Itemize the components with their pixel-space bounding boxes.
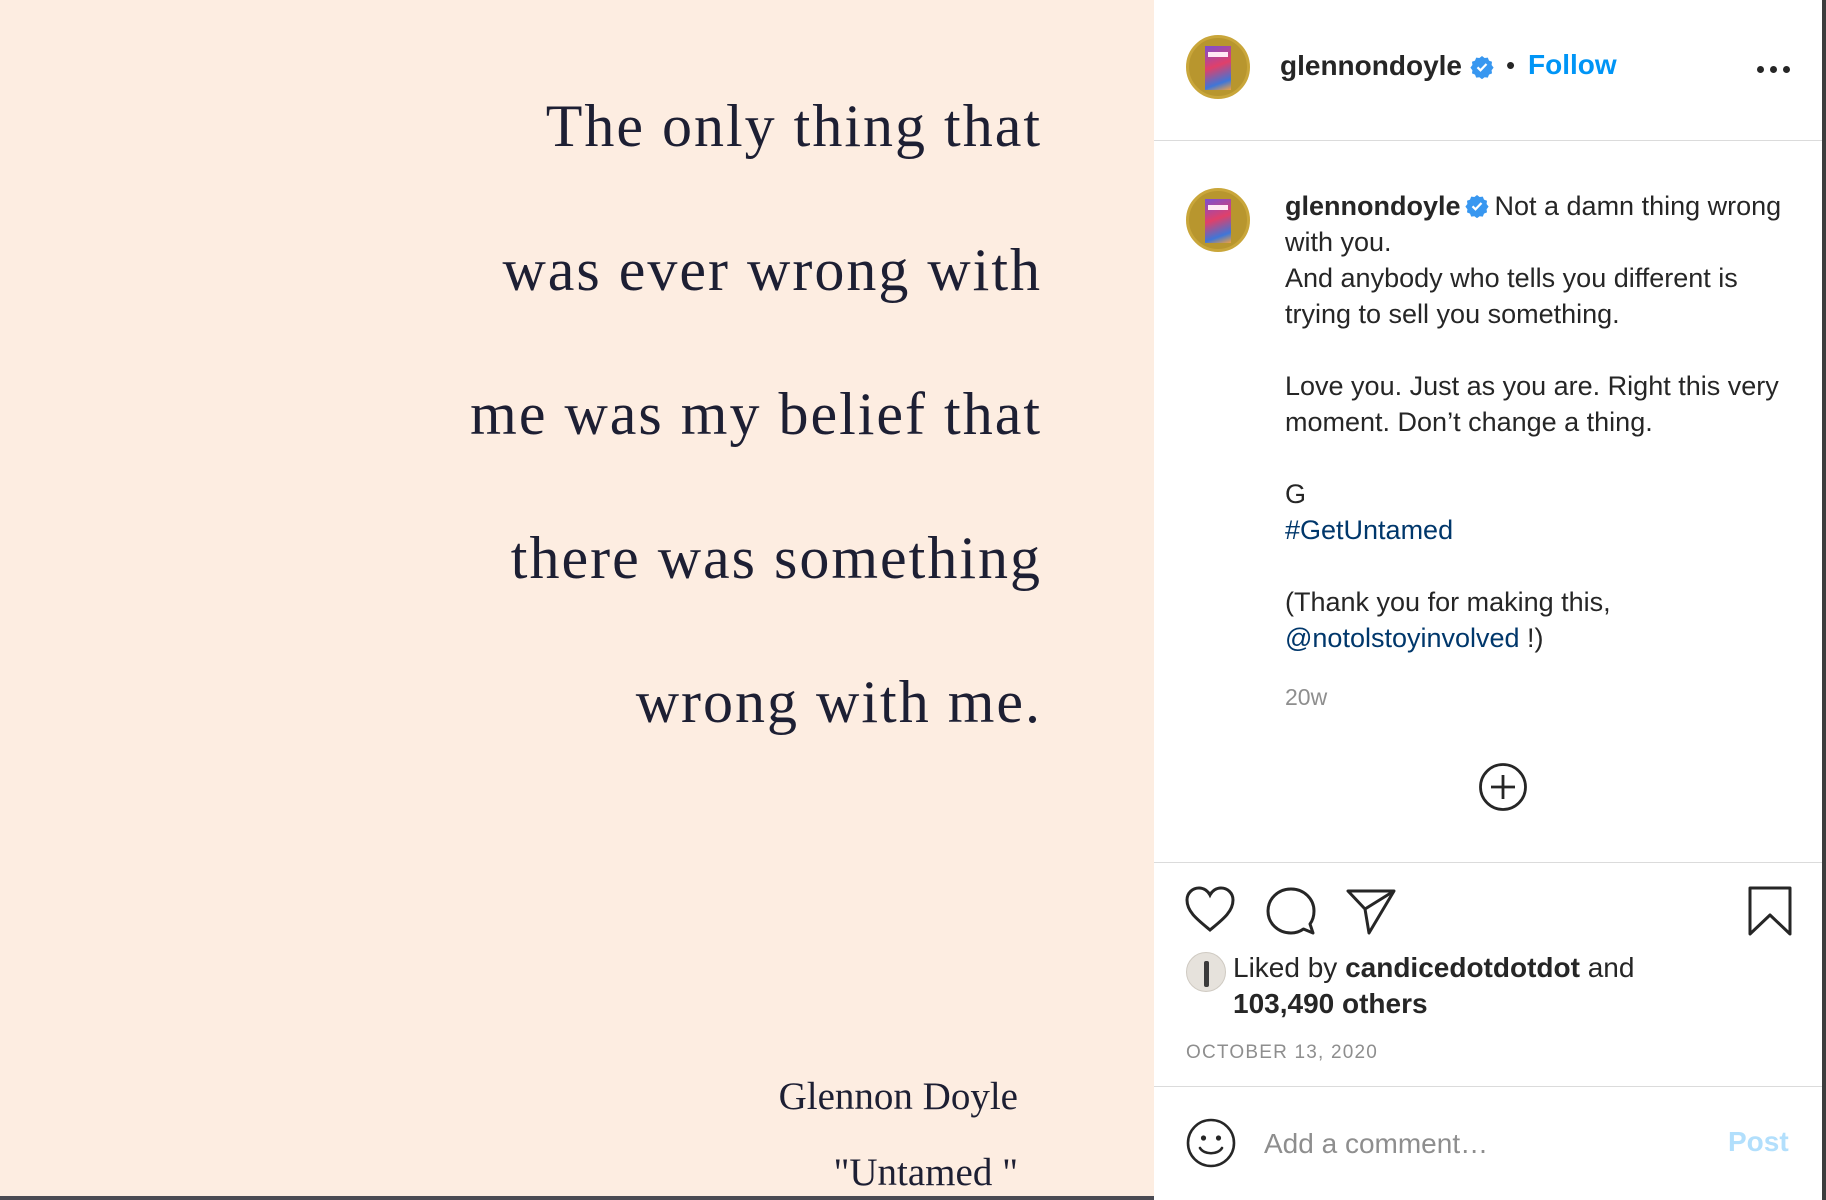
caption-text: (Thank you for making this, [1285,587,1611,617]
follow-button[interactable]: Follow [1528,49,1617,81]
likes-count[interactable]: 103,490 others [1233,988,1428,1019]
caption-avatar[interactable] [1186,188,1250,252]
divider [1154,1086,1822,1087]
quote-line: there was something [510,525,1042,591]
post-date[interactable]: OCTOBER 13, 2020 [1186,1042,1378,1064]
caption-timestamp[interactable]: 20w [1285,684,1327,711]
caption-text: And anybody who tells you different is t… [1285,263,1738,329]
caption-text: !) [1519,623,1544,653]
window-edge [1822,0,1826,1200]
caption-text: Love you. Just as you are. Right this ve… [1285,371,1779,437]
share-icon[interactable] [1346,888,1396,936]
caption-username[interactable]: glennondoyle [1285,191,1461,221]
image-bottom-edge [0,1196,1154,1200]
quote-book: "Untamed " [833,1151,1018,1194]
verified-badge-icon [1470,56,1494,79]
verified-badge-icon [1464,195,1489,218]
quote-line: wrong with me. [635,669,1042,735]
header-username[interactable]: glennondoyle [1280,50,1462,82]
header-separator: • [1506,50,1516,80]
more-options-icon[interactable] [1757,66,1791,74]
author-avatar[interactable] [1186,35,1250,99]
divider [1154,140,1822,141]
quote-line: was ever wrong with [502,237,1042,303]
quote-line: me was my belief that [470,381,1042,447]
post-button[interactable]: Post [1728,1126,1789,1158]
likes-and: and [1587,952,1635,983]
likes-prefix: Liked by [1233,952,1338,983]
emoji-icon[interactable] [1186,1118,1236,1168]
post-image[interactable]: The only thing that was ever wrong with … [0,0,1154,1200]
liker-avatar[interactable] [1186,952,1226,992]
liker-username[interactable]: candicedotdotdot [1345,952,1580,983]
likes-summary: Liked by candicedotdotdot and 103,490 ot… [1233,950,1793,1022]
hashtag-link[interactable]: #GetUntamed [1285,512,1795,548]
quote-line: The only thing that [545,93,1042,159]
bookmark-icon[interactable] [1748,886,1792,936]
mention-link[interactable]: @notolstoyinvolved [1285,623,1520,653]
heart-icon[interactable] [1184,885,1236,935]
quote-author: Glennon Doyle [778,1075,1018,1118]
divider [1154,862,1822,863]
comment-icon[interactable] [1266,886,1316,936]
comment-input[interactable] [1264,1124,1704,1164]
caption: glennondoyle Not a damn thing wrong with… [1285,188,1795,656]
caption-text: G [1285,479,1307,509]
load-more-icon[interactable] [1478,762,1528,812]
